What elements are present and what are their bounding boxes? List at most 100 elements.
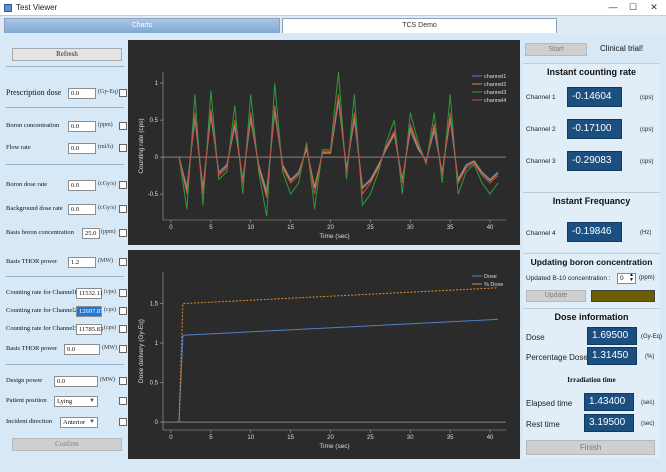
basis-thor-power-2-input[interactable]: 0.0: [64, 344, 100, 355]
series-line-channel4: [178, 94, 499, 198]
maximize-button[interactable]: ☐: [626, 1, 640, 14]
counting-rate-ch2-checkbox[interactable]: [119, 307, 127, 315]
counting-rate-ch1-checkbox[interactable]: [119, 289, 127, 297]
finish-button[interactable]: Finish: [526, 440, 655, 455]
x-tick-label: 15: [287, 225, 294, 231]
counting-rate-ch2-row: Counting rate for Channel2 12697.87 (cps…: [6, 306, 127, 318]
channel-4-unit: (Hz): [640, 230, 652, 236]
x-tick-label: 30: [407, 435, 414, 441]
basis-thor-power-2-label: Basis THOR power: [6, 345, 58, 352]
x-tick-label: 5: [209, 435, 213, 441]
design-power-input[interactable]: 0.0: [54, 376, 98, 387]
status-indicator: [591, 290, 655, 302]
incident-direction-value: Anterior: [63, 419, 86, 426]
window-title: Test Viewer: [16, 3, 58, 12]
basis-thor-power-checkbox[interactable]: [119, 258, 127, 266]
design-power-label: Design power: [6, 377, 43, 384]
dose-information-title: Dose information: [554, 312, 629, 322]
tab-charts[interactable]: Charts: [4, 18, 280, 33]
x-axis-label: Time (sec): [319, 233, 349, 240]
boron-concentration-checkbox[interactable]: [119, 122, 127, 130]
basis-thor-power-2-checkbox[interactable]: [119, 345, 127, 353]
start-button[interactable]: Start: [525, 43, 587, 56]
basis-boron-concentration-label: Basis boron concentration: [6, 229, 74, 236]
boron-dose-rate-input[interactable]: 0.0: [68, 180, 96, 191]
close-button[interactable]: ✕: [647, 1, 661, 14]
updated-b10-unit: (ppm): [639, 275, 655, 281]
y-tick-label: 1: [155, 81, 159, 87]
x-tick-label: 0: [169, 225, 173, 231]
basis-boron-concentration-checkbox[interactable]: [119, 229, 127, 237]
patient-position-select[interactable]: Lying ▼: [54, 396, 98, 407]
counting-rate-ch2-input[interactable]: 12697.87: [76, 306, 103, 317]
basis-boron-concentration-unit: (ppm): [101, 229, 116, 235]
percentage-dose-label: Percentage Dose: [526, 353, 588, 362]
y-tick-label: 0.5: [150, 118, 159, 124]
x-tick-label: 20: [327, 225, 334, 231]
minimize-button[interactable]: —: [606, 1, 620, 14]
update-button[interactable]: Update: [526, 290, 586, 302]
counting-rate-ch2-label: Counting rate for Channel2: [6, 307, 78, 314]
channel-2-unit: (cps): [640, 127, 654, 133]
design-power-unit: (MW): [100, 377, 115, 383]
updated-b10-value: 0: [620, 275, 624, 282]
basis-thor-power-label: Basis THOR power: [6, 258, 58, 265]
confirm-button[interactable]: Confirm: [12, 438, 122, 451]
x-tick-label: 0: [169, 435, 173, 441]
boron-concentration-label: Boron concentration: [6, 122, 60, 129]
counting-rate-ch1-input[interactable]: 11532.11: [76, 288, 103, 299]
y-tick-label: -0.5: [148, 192, 159, 198]
prescription-dose-checkbox[interactable]: [119, 89, 127, 97]
channel-3-unit: (cps): [640, 159, 654, 165]
counting-rate-ch2-unit: (cps): [104, 307, 116, 313]
incident-direction-select[interactable]: Anterior ▼: [60, 417, 98, 428]
basis-thor-power-row: Basis THOR power 1.2 (MW): [6, 257, 127, 269]
counting-rate-ch3-checkbox[interactable]: [119, 325, 127, 333]
basis-boron-concentration-input[interactable]: 25.0: [82, 228, 100, 239]
flow-rate-input[interactable]: 0.0: [68, 143, 96, 154]
boron-concentration-unit: (ppm): [98, 122, 113, 128]
app-icon: [4, 4, 12, 12]
background-dose-rate-input[interactable]: 0.0: [68, 204, 96, 215]
incident-direction-checkbox[interactable]: [119, 418, 127, 426]
channel-1-unit: (cps): [640, 95, 654, 101]
basis-boron-concentration-row: Basis boron concentration 25.0 (ppm): [6, 228, 127, 240]
design-power-checkbox[interactable]: [119, 377, 127, 385]
y-tick-label: 1: [155, 341, 159, 347]
title-bar: Test Viewer — ☐ ✕: [0, 0, 666, 16]
updated-b10-label: Updated B-10 concentration :: [526, 275, 611, 282]
tab-tcs-demo[interactable]: TCS Demo: [282, 18, 557, 33]
x-tick-label: 35: [447, 225, 454, 231]
refresh-button[interactable]: Refresh: [12, 48, 122, 61]
y-tick-label: 0.5: [150, 381, 159, 387]
x-tick-label: 20: [327, 435, 334, 441]
boron-concentration-input[interactable]: 0.0: [68, 121, 96, 132]
legend-label: channel1: [484, 74, 506, 80]
updated-b10-spinbox[interactable]: 0 ▲ ▼: [617, 273, 636, 284]
basis-thor-power-2-unit: (MW): [102, 345, 117, 351]
patient-position-checkbox[interactable]: [119, 397, 127, 405]
background-dose-rate-checkbox[interactable]: [119, 205, 127, 213]
counting-rate-ch1-row: Counting rate for Channel1 11532.11 (cps…: [6, 288, 127, 300]
chevron-down-icon: ▼: [89, 419, 95, 425]
dose-delivery-chart-panel: 0 5 10 15 20 25 30 35 40 0 0.5 1 1.5 Time (sec) Dose d…: [128, 250, 520, 459]
dose-delivery-chart: 0 5 10 15 20 25 30 35 40 0 0.5 1 1.5 Time (sec) Dose d…: [138, 272, 506, 450]
flow-rate-checkbox[interactable]: [119, 144, 127, 152]
counting-rate-ch1-label: Counting rate for Channel1: [6, 289, 78, 296]
channel-1-label: Channel 1: [526, 94, 556, 101]
divider: [6, 107, 124, 108]
boron-dose-rate-checkbox[interactable]: [119, 181, 127, 189]
counting-rate-ch3-input[interactable]: 11785.83: [76, 324, 103, 335]
rest-time-value: 3.19500: [584, 414, 634, 432]
basis-thor-power-2-row: Basis THOR power 0.0 (MW): [6, 344, 127, 356]
counting-rate-ch3-unit: (cps): [104, 325, 116, 331]
counting-rate-chart: 0 5 10 15 20 25 30 35 40 -0.5 0 0.5 1 Time (sec) Count…: [138, 71, 506, 240]
prescription-dose-input[interactable]: 0.0: [68, 88, 96, 99]
legend-label: Dose: [484, 274, 497, 280]
basis-thor-power-input[interactable]: 1.2: [68, 257, 96, 268]
flow-rate-label: Flow rate: [6, 144, 31, 151]
instant-frequency-title: Instant Frequancy: [552, 196, 631, 206]
design-power-row: Design power 0.0 (MW): [6, 376, 127, 388]
legend-label: % Dose: [484, 282, 503, 288]
counting-rate-chart-panel: 0 5 10 15 20 25 30 35 40 -0.5 0 0.5 1 Time (sec) Count…: [128, 40, 520, 245]
